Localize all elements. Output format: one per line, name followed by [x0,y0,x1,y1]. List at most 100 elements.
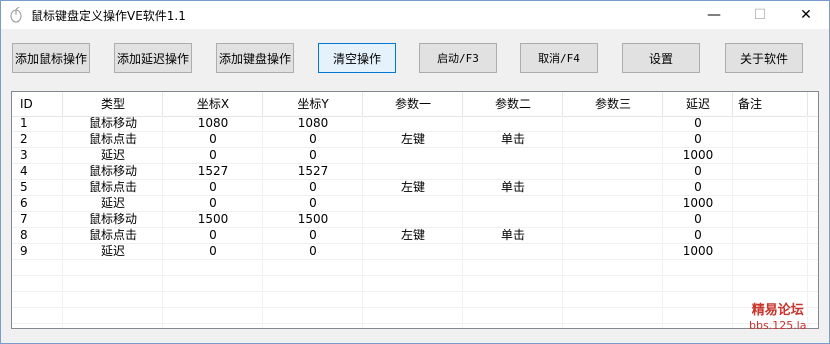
column-header-id[interactable]: ID [12,92,63,116]
table-row[interactable]: 4 鼠标移动 1527 1527 0 [12,164,818,180]
column-divider[interactable] [362,92,363,116]
cell-note [733,180,808,196]
cell-param2 [463,212,563,228]
cell-y: 0 [309,244,317,258]
cell-param1 [363,164,463,180]
column-header-y[interactable]: 坐标Y [263,92,363,116]
table-row[interactable]: 2 鼠标点击 0 0 左键 单击 0 [12,132,818,148]
title-bar[interactable]: 鼠标键盘定义操作VE软件1.1 — ☐ ✕ [1,1,829,29]
cell-x: 1500 [197,212,229,226]
table-row[interactable]: 5 鼠标点击 0 0 左键 单击 0 [12,180,818,196]
column-divider[interactable] [462,92,463,116]
table-row[interactable]: 6 延迟 0 0 1000 [12,196,818,212]
cell-param2: 单击 [500,228,525,242]
column-header-delay[interactable]: 延迟 [663,92,733,116]
cell-delay: 1000 [682,148,714,162]
window-title: 鼠标键盘定义操作VE软件1.1 [31,9,186,23]
cell-type: 延迟 [100,196,125,210]
list-header: ID 类型 坐标X 坐标Y 参数一 参数二 参数三 延迟 备注 [12,92,818,117]
table-row[interactable] [12,260,818,276]
cell-param3 [563,116,663,132]
table-row[interactable]: 7 鼠标移动 1500 1500 0 [12,212,818,228]
column-divider[interactable] [62,92,63,116]
column-header-note[interactable]: 备注 [733,92,808,116]
cell-x: 0 [209,180,217,194]
cell-type: 延迟 [100,244,125,258]
cell-param1: 左键 [400,228,425,242]
cell-type: 鼠标点击 [88,132,137,146]
table-row[interactable] [12,308,818,324]
close-button[interactable]: ✕ [783,1,829,29]
minimize-icon: — [707,7,721,23]
cell-note [733,244,808,260]
cell-note [733,164,808,180]
cell-param1: 左键 [400,132,425,146]
cell-y: 0 [309,196,317,210]
add-delay-action-button[interactable]: 添加延迟操作 [114,43,192,73]
cell-note [733,116,808,132]
table-row[interactable]: 8 鼠标点击 0 0 左键 单击 0 [12,228,818,244]
column-divider[interactable] [807,92,808,116]
cell-x: 0 [209,148,217,162]
cell-y: 1080 [297,116,329,130]
column-divider[interactable] [662,92,663,116]
cell-note [733,212,808,228]
app-icon [10,7,22,23]
add-keyboard-action-button[interactable]: 添加键盘操作 [216,43,294,73]
cell-param2 [463,164,563,180]
clear-actions-button[interactable]: 清空操作 [318,43,396,73]
column-header-type[interactable]: 类型 [63,92,163,116]
app-window: 鼠标键盘定义操作VE软件1.1 — ☐ ✕ 添加鼠标操作 添加延迟操作 添加键盘… [0,0,830,344]
cell-param2 [463,244,563,260]
table-row[interactable]: 1 鼠标移动 1080 1080 0 [12,116,818,132]
cell-id: 1 [20,116,28,130]
cell-param3 [563,212,663,228]
cell-note [733,196,808,212]
maximize-button[interactable]: ☐ [737,1,783,29]
cell-delay: 1000 [682,244,714,258]
cell-param1 [363,116,463,132]
cell-param3 [563,148,663,164]
about-button[interactable]: 关于软件 [725,43,803,73]
cell-note [733,148,808,164]
minimize-button[interactable]: — [691,1,737,29]
cell-type: 延迟 [100,148,125,162]
column-divider[interactable] [732,92,733,116]
table-row[interactable] [12,292,818,308]
column-header-param3[interactable]: 参数三 [563,92,663,116]
table-row[interactable]: 9 延迟 0 0 1000 [12,244,818,260]
cell-x: 1527 [197,164,229,178]
cell-y: 0 [309,228,317,242]
column-header-param1[interactable]: 参数一 [363,92,463,116]
cell-x: 0 [209,244,217,258]
column-divider[interactable] [162,92,163,116]
cell-param1 [363,196,463,212]
column-divider[interactable] [562,92,563,116]
cell-delay: 1000 [682,196,714,210]
cell-type: 鼠标移动 [88,164,137,178]
cell-param3 [563,196,663,212]
cell-id: 8 [20,228,28,242]
column-header-x[interactable]: 坐标X [163,92,263,116]
cell-x: 0 [209,132,217,146]
table-row[interactable]: 3 延迟 0 0 1000 [12,148,818,164]
start-button[interactable]: 启动/F3 [419,43,497,73]
cell-type: 鼠标点击 [88,180,137,194]
table-row[interactable] [12,276,818,292]
cell-param2 [463,116,563,132]
cell-y: 0 [309,132,317,146]
cell-y: 1500 [297,212,329,226]
cell-type: 鼠标移动 [88,212,137,226]
list-body: 1 鼠标移动 1080 1080 0 2 鼠标点击 0 0 左键 单击 0 3 延迟 0 0 1000 4 鼠标移动… [12,116,818,328]
cell-delay: 0 [694,116,702,130]
settings-button[interactable]: 设置 [622,43,700,73]
add-mouse-action-button[interactable]: 添加鼠标操作 [12,43,90,73]
cell-param1 [363,212,463,228]
column-divider[interactable] [262,92,263,116]
action-list[interactable]: ID 类型 坐标X 坐标Y 参数一 参数二 参数三 延迟 备注 1 鼠标移动 1… [11,91,819,329]
column-header-param2[interactable]: 参数二 [463,92,563,116]
cancel-button[interactable]: 取消/F4 [520,43,598,73]
cell-delay: 0 [694,212,702,226]
cell-param3 [563,180,663,196]
cell-id: 5 [20,180,28,194]
